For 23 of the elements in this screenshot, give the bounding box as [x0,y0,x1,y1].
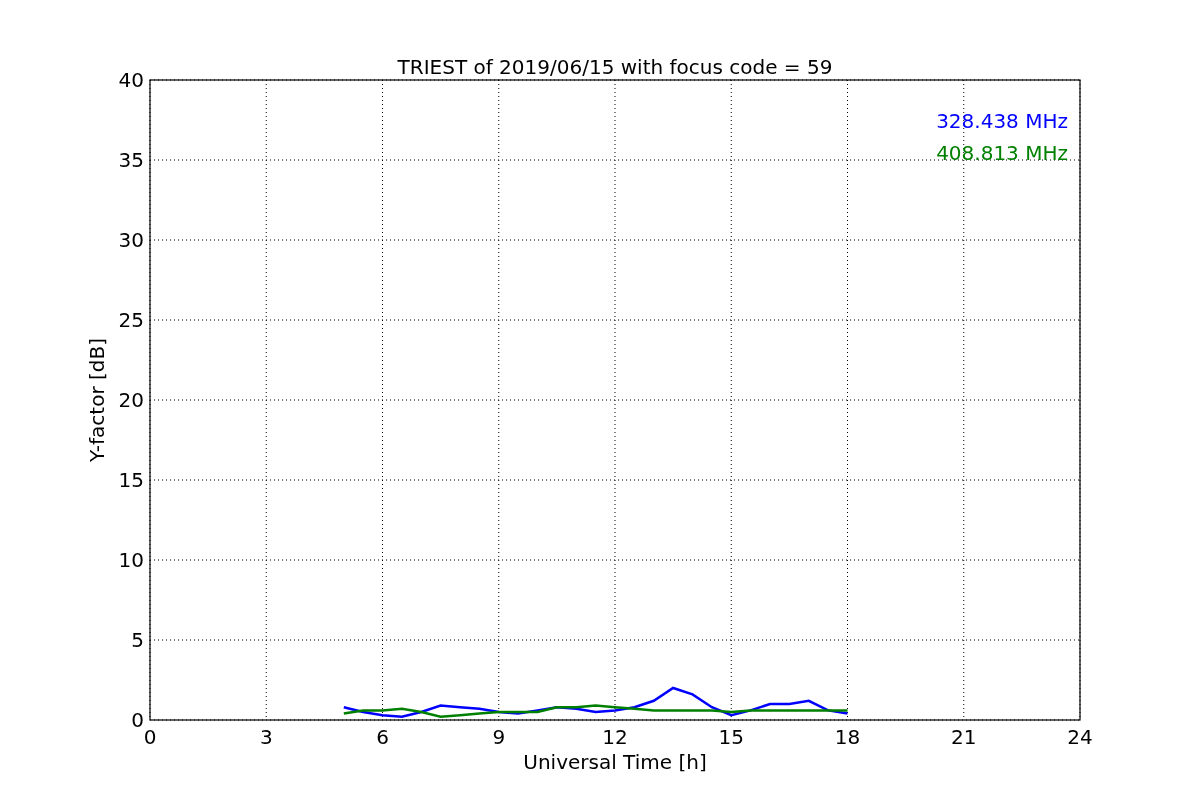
x-tick-label: 24 [1067,725,1093,749]
x-tick-label: 9 [492,725,506,749]
x-tick-label: 15 [718,725,744,749]
x-tick-label: 0 [143,725,157,749]
y-tick-label: 40 [118,68,144,92]
legend-label: 328.438 MHz [936,109,1068,133]
x-tick-label: 3 [259,725,273,749]
y-tick-label: 30 [118,228,144,252]
x-axis-label: Universal Time [h] [523,750,707,774]
x-tick-label: 12 [602,725,628,749]
y-axis-label: Y-factor [dB] [85,338,109,462]
x-tick-label: 18 [834,725,861,749]
y-tick-label: 15 [118,468,144,492]
y-tick-label: 0 [131,708,144,732]
legend-label: 408.813 MHz [936,141,1068,165]
y-tick-label: 35 [118,148,144,172]
x-tick-label: 21 [951,725,977,749]
y-tick-label: 10 [118,548,144,572]
chart-title: TRIEST of 2019/06/15 with focus code = 59 [397,55,833,79]
y-tick-label: 20 [118,388,144,412]
x-tick-label: 6 [376,725,389,749]
y-tick-label: 25 [118,308,144,332]
y-tick-label: 5 [131,628,144,652]
